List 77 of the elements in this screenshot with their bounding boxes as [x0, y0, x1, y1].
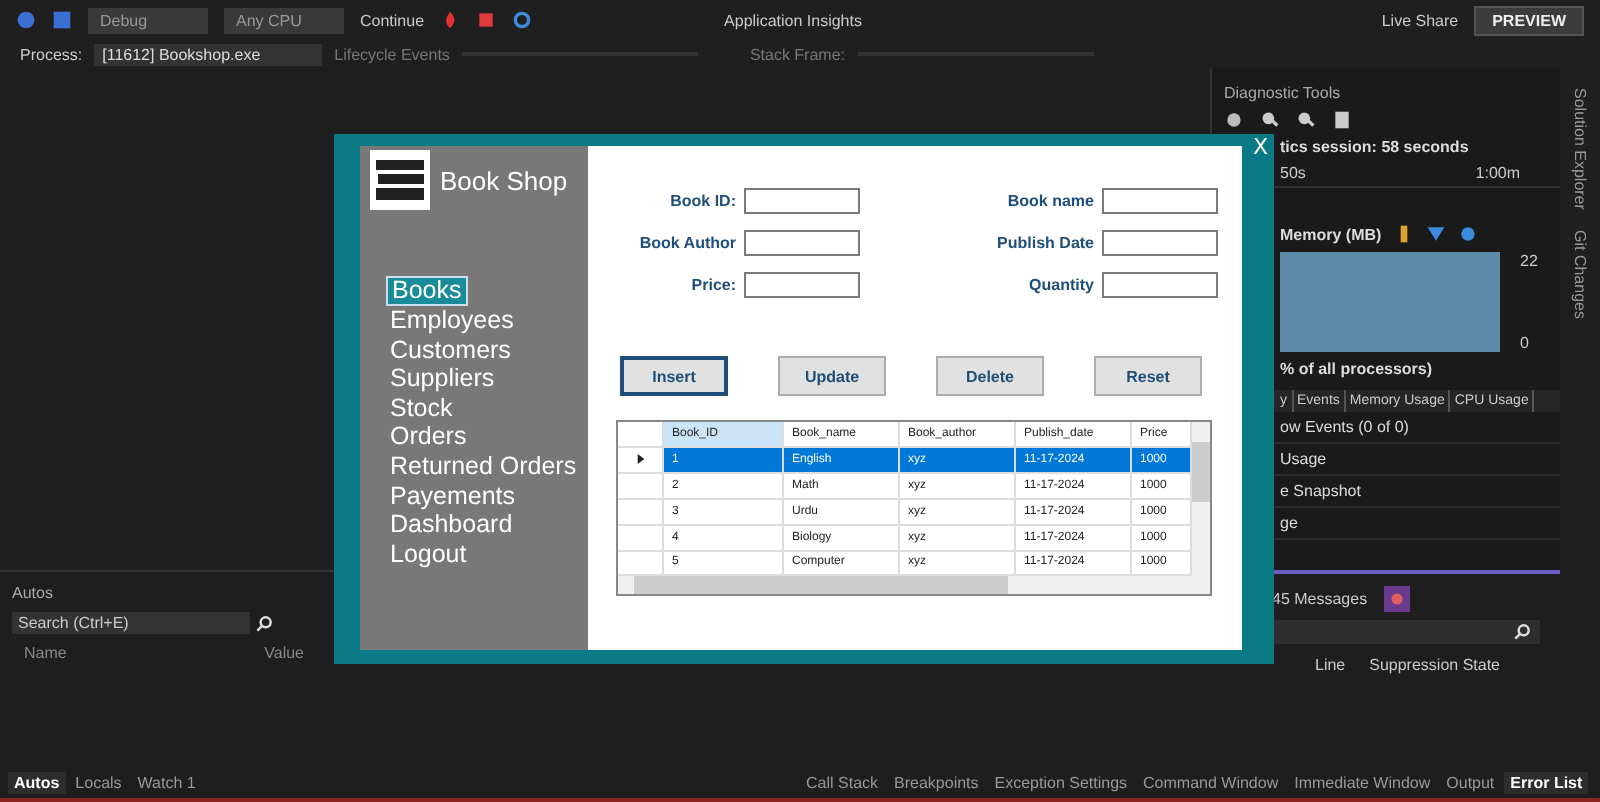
- panel-tab[interactable]: Command Window: [1137, 771, 1285, 793]
- input-field[interactable]: [1102, 272, 1218, 298]
- preview-button[interactable]: PREVIEW: [1474, 5, 1584, 35]
- field-label: Price:: [689, 276, 736, 294]
- search-icon: [1512, 622, 1532, 642]
- column-header: Name: [24, 644, 67, 662]
- menu-item[interactable]: Employees: [386, 306, 518, 336]
- field-label: Quantity: [1027, 276, 1094, 294]
- panel-tab[interactable]: Breakpoints: [888, 771, 985, 793]
- platform-dropdown[interactable]: Any CPU: [224, 7, 344, 33]
- timeline-tick: 50s: [1280, 164, 1306, 182]
- side-tab[interactable]: Solution Explorer: [1571, 88, 1589, 210]
- horizontal-scrollbar[interactable]: [618, 576, 1192, 595]
- live-share-button[interactable]: Live Share: [1381, 11, 1459, 29]
- side-tab[interactable]: Git Changes: [1571, 229, 1589, 319]
- menu-item[interactable]: Returned Orders: [386, 451, 581, 482]
- panel-title: Diagnostic Tools: [1222, 82, 1343, 106]
- stack-frame-label: Stack Frame:: [749, 45, 846, 63]
- panel-title: Autos: [10, 582, 55, 606]
- axis-label: 22: [1520, 252, 1538, 270]
- field-label: Book name: [1005, 192, 1094, 210]
- input-field[interactable]: [744, 272, 860, 298]
- column-header: Value: [264, 644, 304, 662]
- lifecycle-events-button[interactable]: Lifecycle Events: [334, 45, 450, 63]
- books-icon: [370, 150, 430, 210]
- panel-tab[interactable]: Watch 1: [131, 771, 202, 793]
- input-field[interactable]: [744, 230, 860, 256]
- form-button[interactable]: Insert: [620, 356, 728, 396]
- filter-icon: [1425, 224, 1446, 244]
- cpu-caption: % of all processors): [1278, 358, 1435, 382]
- form-button[interactable]: Delete: [936, 356, 1044, 396]
- panel-tab[interactable]: Locals: [69, 771, 128, 793]
- panel-tab[interactable]: Autos: [8, 771, 66, 793]
- process-dropdown[interactable]: [11612] Bookshop.exe: [94, 43, 323, 65]
- configuration-dropdown[interactable]: Debug: [88, 7, 208, 33]
- menu-item[interactable]: Customers: [386, 335, 515, 365]
- search-icon: [254, 613, 274, 633]
- stop-icon[interactable]: [476, 10, 497, 30]
- close-button[interactable]: X: [1252, 136, 1268, 158]
- column-header: Suppression State: [1369, 656, 1500, 674]
- process-label: Process:: [20, 45, 83, 63]
- panel-tab[interactable]: Immediate Window: [1288, 771, 1437, 793]
- bug-icon[interactable]: [1383, 586, 1410, 612]
- memory-title: Memory (MB): [1280, 225, 1382, 243]
- session-duration: tics session: 58 seconds: [1280, 138, 1469, 156]
- zoom-out-icon[interactable]: [1296, 110, 1316, 130]
- zoom-in-icon[interactable]: [1260, 110, 1280, 130]
- axis-label: 0: [1520, 334, 1531, 352]
- menu-item[interactable]: Stock: [386, 393, 457, 423]
- menu-item[interactable]: Orders: [386, 422, 471, 452]
- panel-tab[interactable]: Output: [1440, 771, 1501, 793]
- panel-tab[interactable]: Call Stack: [800, 771, 885, 793]
- row-pointer-icon: [635, 454, 645, 465]
- application-insights-button[interactable]: Application Insights: [724, 11, 862, 29]
- menu-item[interactable]: Payements: [386, 481, 520, 511]
- input-field[interactable]: [744, 188, 860, 214]
- document-icon[interactable]: [1332, 110, 1352, 130]
- input-field[interactable]: [1102, 230, 1218, 256]
- timeline-tick: 1:00m: [1475, 164, 1520, 182]
- continue-button[interactable]: Continue: [360, 11, 425, 29]
- menu-item[interactable]: Books: [386, 276, 468, 306]
- menu-item[interactable]: Logout: [386, 539, 471, 569]
- menu-item[interactable]: Suppliers: [386, 364, 499, 394]
- app-title: Book Shop: [440, 165, 568, 195]
- panel-tab[interactable]: Exception Settings: [988, 771, 1134, 793]
- input-field[interactable]: [1102, 188, 1218, 214]
- field-label: Publish Date: [995, 234, 1094, 252]
- menu-item[interactable]: Dashboard: [386, 510, 517, 540]
- search-field[interactable]: Search (Ctrl+E): [12, 612, 250, 634]
- column-header: Line: [1315, 656, 1346, 674]
- field-label: Book ID:: [668, 192, 736, 210]
- vertical-scrollbar[interactable]: [1192, 422, 1210, 594]
- field-label: Book Author: [637, 234, 736, 252]
- form-button[interactable]: Reset: [1094, 356, 1202, 396]
- panel-tab[interactable]: Error List: [1504, 771, 1589, 793]
- form-button[interactable]: Update: [778, 356, 886, 396]
- circle-icon: [1457, 224, 1478, 244]
